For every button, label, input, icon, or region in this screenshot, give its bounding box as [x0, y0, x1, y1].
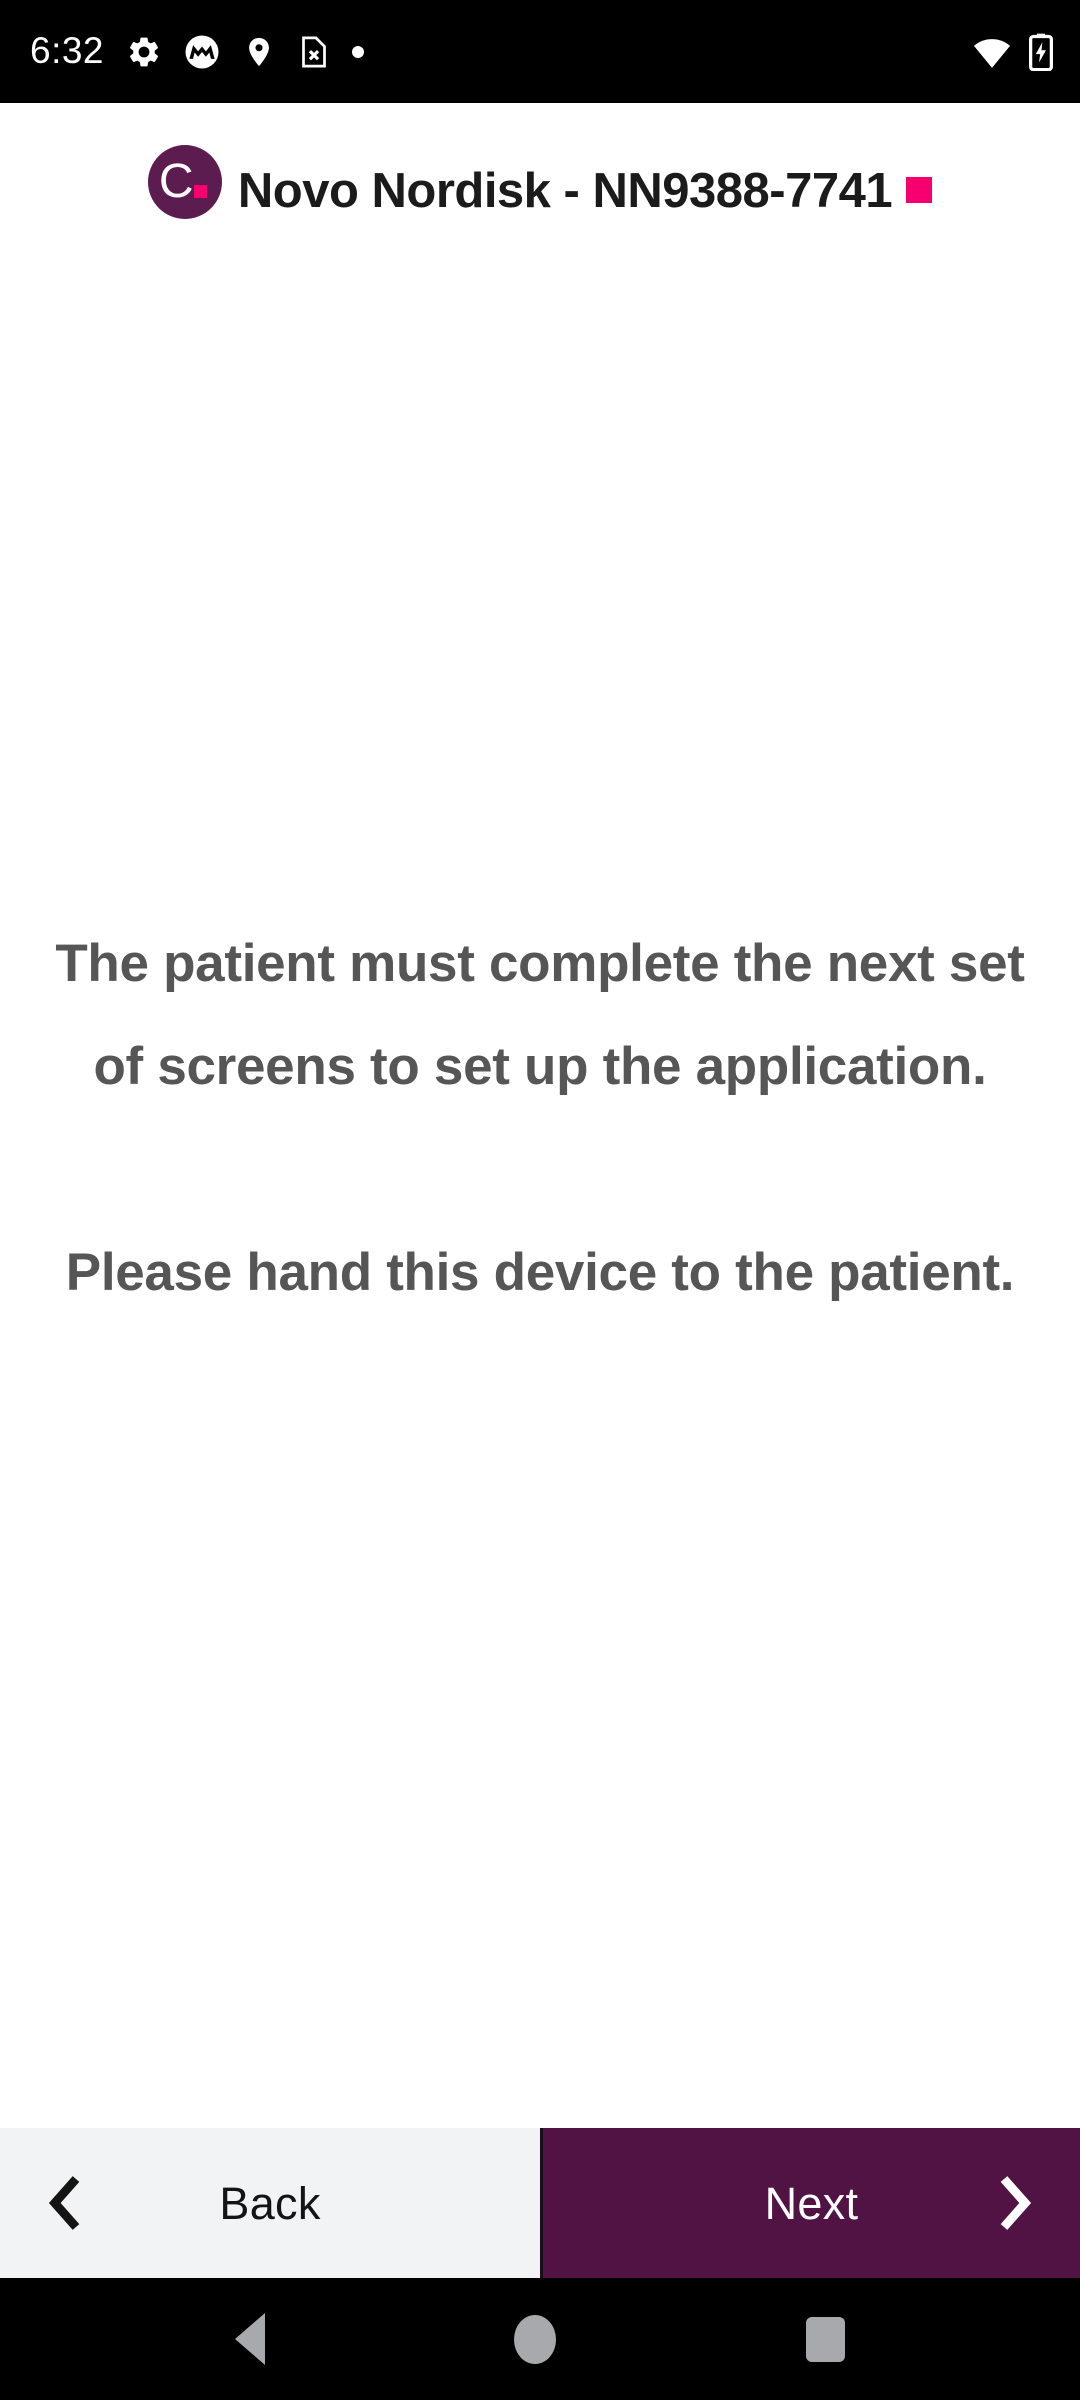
navigation-button-bar: Back Next [0, 2128, 1080, 2278]
instruction-paragraph-2: Please hand this device to the patient. [65, 1242, 1015, 1302]
brand-logo-accent-dot [193, 185, 207, 198]
page-title: Novo Nordisk - NN9388-7741 [237, 164, 893, 218]
header-inner: C. Novo Nordisk - NN9388-7741 [147, 145, 933, 227]
chevron-left-icon [40, 2171, 92, 2235]
location-pin-icon [242, 35, 276, 69]
android-recents-button[interactable] [806, 2316, 846, 2362]
battery-charging-icon [1028, 33, 1054, 71]
instruction-paragraph-1: The patient must complete the next set o… [55, 933, 1025, 1096]
motorola-logo-icon [184, 34, 220, 70]
android-home-button[interactable] [514, 2314, 557, 2364]
triangle-back-icon [234, 2313, 265, 2365]
back-button[interactable]: Back [0, 2128, 540, 2278]
instruction-message-block: The patient must complete the next set o… [38, 912, 1042, 1324]
android-navigation-bar [0, 2278, 1080, 2400]
next-button-label: Next [764, 2177, 859, 2229]
main-content: The patient must complete the next set o… [0, 227, 1080, 2128]
next-button[interactable]: Next [540, 2128, 1080, 2278]
notification-dot-icon [352, 45, 365, 58]
brand-logo-letter: C. [158, 155, 206, 208]
app-screen: 6:32 C. Novo Nordisk - NN9388-7741 The p… [0, 0, 1080, 2400]
back-button-label: Back [219, 2177, 321, 2229]
android-back-button[interactable] [234, 2313, 265, 2365]
app-header: C. Novo Nordisk - NN9388-7741 [0, 103, 1080, 227]
status-bar-clock: 6:32 [30, 30, 105, 71]
wifi-icon [972, 35, 1012, 69]
settings-gear-icon [126, 34, 162, 70]
title-accent-square [906, 177, 933, 203]
chevron-right-icon [988, 2171, 1040, 2235]
status-bar-left-group: 6:32 [30, 30, 365, 71]
sim-card-missing-icon [298, 34, 330, 70]
status-bar: 6:32 [0, 0, 1080, 103]
circle-home-icon [514, 2314, 557, 2364]
square-recents-icon [806, 2316, 846, 2362]
brand-logo-icon: C. [147, 145, 222, 219]
status-bar-right-group [972, 33, 1054, 71]
